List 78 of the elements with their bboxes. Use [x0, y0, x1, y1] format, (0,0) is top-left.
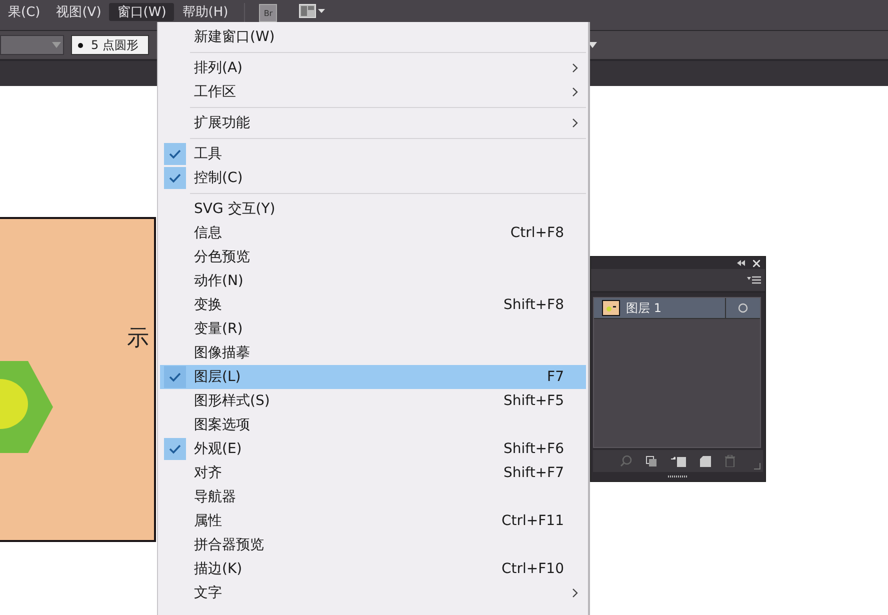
collapse-icon[interactable] — [737, 260, 745, 266]
menu-item[interactable]: 对齐 Shift+F7 — [160, 461, 586, 485]
menu-item[interactable]: 图层(L) F7 — [160, 365, 586, 389]
dot-icon — [78, 42, 83, 48]
menu-bar-item[interactable]: 窗口(W) — [109, 3, 174, 21]
caret-icon — [52, 42, 61, 48]
menu-item[interactable]: 文字 — [160, 581, 586, 605]
shortcut-label: Shift+F8 — [503, 297, 564, 313]
menu-bar-item[interactable]: 视图(V) — [48, 3, 110, 21]
target-icon[interactable] — [738, 303, 748, 313]
menu-item[interactable]: 拼合器预览 — [160, 533, 586, 557]
menu-item-label: 属性 — [193, 512, 223, 530]
menu-item[interactable]: 变量(R) — [160, 317, 586, 341]
artboard-text: 示 — [127, 325, 149, 353]
menu-bar-item[interactable]: 帮助(H) — [174, 3, 236, 21]
shortcut-label: Shift+F7 — [503, 465, 564, 481]
menu-item[interactable]: 排列(A) — [160, 56, 586, 80]
shortcut-label: Ctrl+F10 — [501, 561, 564, 577]
menu-item[interactable]: 工具 — [160, 142, 586, 166]
menu-item-label: 排列(A) — [193, 59, 244, 77]
menu-item[interactable]: 导航器 — [160, 485, 586, 509]
drag-handle-icon[interactable] — [668, 475, 688, 478]
resize-grip-icon[interactable] — [753, 462, 761, 470]
menu-item-label: 分色预览 — [193, 248, 251, 266]
menu-item-label: SVG 交互(Y) — [193, 200, 276, 218]
menu-item[interactable]: 动作(N) — [160, 269, 586, 293]
caret-icon[interactable] — [588, 42, 597, 48]
menu-item-label: 拼合器预览 — [193, 536, 265, 554]
menu-item[interactable]: 信息 Ctrl+F8 — [160, 221, 586, 245]
menu-item-label: 对齐 — [193, 464, 223, 482]
menu-item-label: 导航器 — [193, 488, 237, 506]
menu-item-label: 图形样式(S) — [193, 392, 271, 410]
menu-bar-item[interactable]: 果(C) — [0, 3, 48, 21]
panel-menu-icon[interactable] — [747, 276, 761, 284]
shortcut-label: Shift+F5 — [503, 393, 564, 409]
fill-dropdown[interactable] — [0, 35, 64, 55]
menu-item-label: 控制(C) — [193, 169, 244, 187]
menu-item[interactable]: 变换 Shift+F8 — [160, 293, 586, 317]
menu-item-label: 动作(N) — [193, 272, 244, 290]
clipping-mask-icon[interactable] — [646, 456, 657, 466]
menu-item[interactable]: 图像描摹 — [160, 341, 586, 365]
menu-item[interactable]: 描边(K) Ctrl+F10 — [160, 557, 586, 581]
menu-item[interactable]: 外观(E) Shift+F6 — [160, 437, 586, 461]
menu-item[interactable]: SVG 交互(Y) — [160, 197, 586, 221]
menu-item-label: 图案选项 — [193, 416, 251, 434]
menu-item[interactable]: 控制(C) — [160, 166, 586, 190]
shortcut-label: Ctrl+F8 — [510, 225, 564, 241]
menu-item-label: 图层(L) — [193, 368, 242, 386]
menu-item-label: 文字 — [193, 584, 223, 602]
layer-row[interactable]: 图层 1 — [594, 298, 760, 319]
menu-item[interactable]: 属性 Ctrl+F11 — [160, 509, 586, 533]
close-icon[interactable] — [753, 260, 760, 266]
menu-item-label: 变量(R) — [193, 320, 244, 338]
shortcut-label: Shift+F6 — [503, 441, 564, 457]
menu-item[interactable]: 图案选项 — [160, 413, 586, 437]
menu-item[interactable]: 工作区 — [160, 80, 586, 104]
new-sublayer-icon[interactable] — [671, 456, 686, 466]
menu-item-label: 描边(K) — [193, 560, 244, 578]
menu-item-label: 工作区 — [193, 83, 237, 101]
menu-item[interactable]: 新建窗口(W) — [160, 25, 586, 49]
menu-item-label: 信息 — [193, 224, 223, 242]
menu-item-label: 新建窗口(W) — [193, 28, 276, 46]
layer-name: 图层 1 — [626, 300, 662, 316]
shortcut-label: F7 — [547, 369, 564, 385]
new-layer-icon[interactable] — [700, 456, 711, 466]
menu-item-label: 图像描摹 — [193, 344, 251, 362]
menu-item-label: 外观(E) — [193, 440, 243, 458]
layout-icon[interactable] — [299, 4, 326, 18]
menu-item-label: 工具 — [193, 145, 223, 163]
menu-item-label: 变换 — [193, 296, 223, 314]
layer-thumbnail — [602, 300, 620, 316]
menu-item[interactable]: 扩展功能 — [160, 111, 586, 135]
shortcut-label: Ctrl+F11 — [501, 513, 564, 529]
menu-item[interactable]: 图形样式(S) Shift+F5 — [160, 389, 586, 413]
bridge-button[interactable]: Br — [259, 4, 278, 22]
menu-item-label: 扩展功能 — [193, 114, 251, 132]
menu-item[interactable]: 分色预览 — [160, 245, 586, 269]
stroke-profile-dropdown[interactable]: 5 点圆形 — [71, 35, 149, 55]
